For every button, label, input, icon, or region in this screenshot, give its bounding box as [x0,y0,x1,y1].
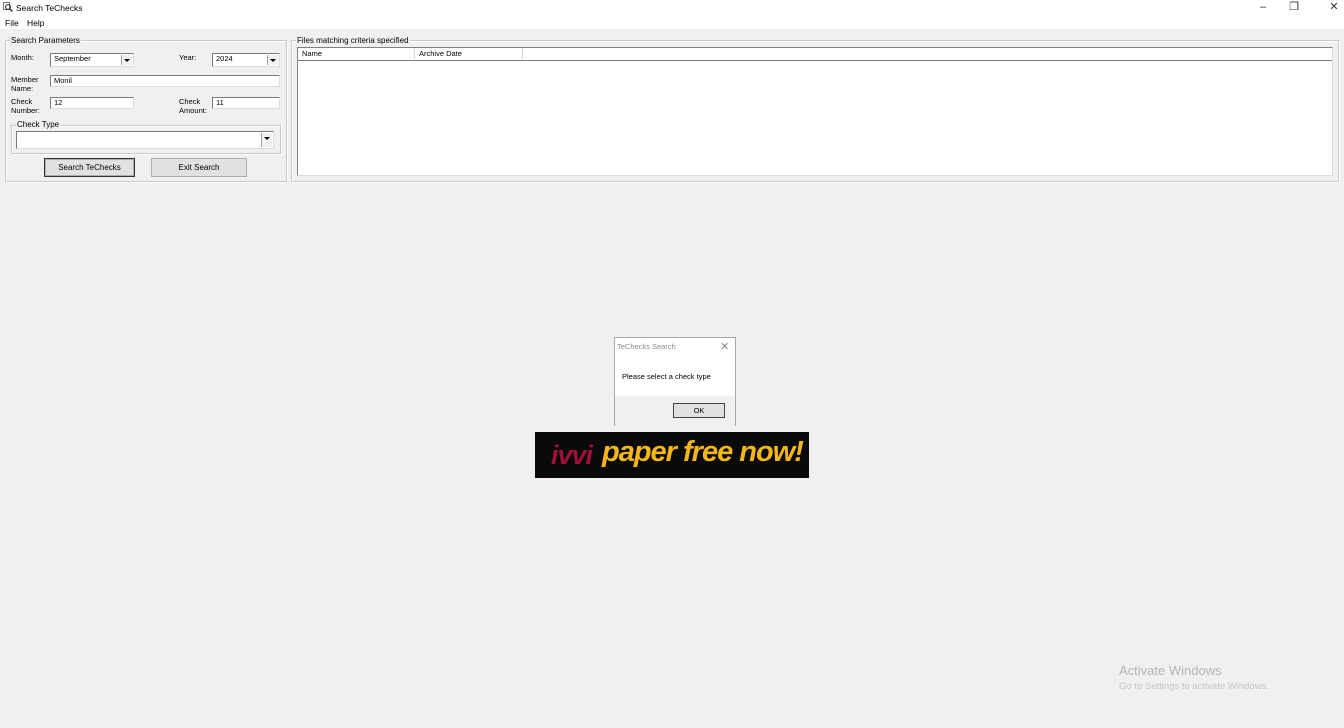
check-amount-label-line1: Check [179,97,201,106]
dialog-footer: OK [615,396,735,426]
check-amount-value: 11 [216,98,224,107]
message-dialog: TeChecks Search ✕ Please select a check … [614,337,736,426]
month-value: September [54,54,91,63]
menu-help[interactable]: Help [27,18,44,28]
month-select[interactable]: September [50,53,134,67]
check-type-select[interactable] [16,131,274,149]
dialog-title: TeChecks Search [617,342,676,351]
column-header-name[interactable]: Name [298,48,415,59]
title-bar: Search TeChecks – ❐ ✕ [0,0,1344,15]
results-legend: Files matching criteria specified [296,36,410,45]
month-label: Month: [11,53,34,62]
check-number-value: 12 [54,98,63,107]
chevron-down-icon[interactable] [267,55,278,65]
search-parameters-legend: Search Parameters [10,36,81,45]
list-header: Name Archive Date [298,48,1332,61]
check-type-legend: Check Type [16,120,61,129]
banner-brand-logo: ivvi [551,440,593,470]
activate-windows-subtitle: Go to Settings to activate Windows. [1119,681,1269,692]
check-amount-input[interactable]: 11 [212,97,280,109]
dialog-message: Please select a check type [622,372,711,381]
check-number-label-line1: Check [11,97,33,106]
results-list[interactable]: Name Archive Date [297,47,1333,176]
activate-windows-title: Activate Windows [1119,663,1222,678]
chevron-down-icon[interactable] [121,55,132,65]
banner-tagline: paper free now! [602,436,804,468]
paper-free-banner: ivvi paper free now! [535,432,809,478]
check-amount-label-line2: Amount: [179,106,207,115]
check-number-input[interactable]: 12 [50,97,134,109]
member-name-value: Monil [54,76,72,85]
dialog-close-icon[interactable]: ✕ [720,340,729,353]
app-search-icon [3,2,13,12]
ok-button[interactable]: OK [673,403,725,418]
year-label: Year: [179,53,197,62]
search-techecks-button[interactable]: Search TeChecks [44,158,135,177]
member-name-input[interactable]: Monil [50,75,280,87]
chevron-down-icon[interactable] [261,133,272,147]
exit-search-button[interactable]: Exit Search [151,158,247,177]
year-select[interactable]: 2024 [212,53,280,67]
window-title: Search TeChecks [16,3,83,13]
member-label-line2: Name: [11,84,34,93]
menu-bar: File Help [0,15,1344,29]
check-number-label-line2: Number: [11,106,40,115]
member-label-line1: Member [11,75,39,84]
close-button[interactable]: ✕ [1311,0,1344,15]
menu-file[interactable]: File [5,18,19,28]
column-header-archive-date[interactable]: Archive Date [415,48,523,59]
year-value: 2024 [216,54,233,63]
